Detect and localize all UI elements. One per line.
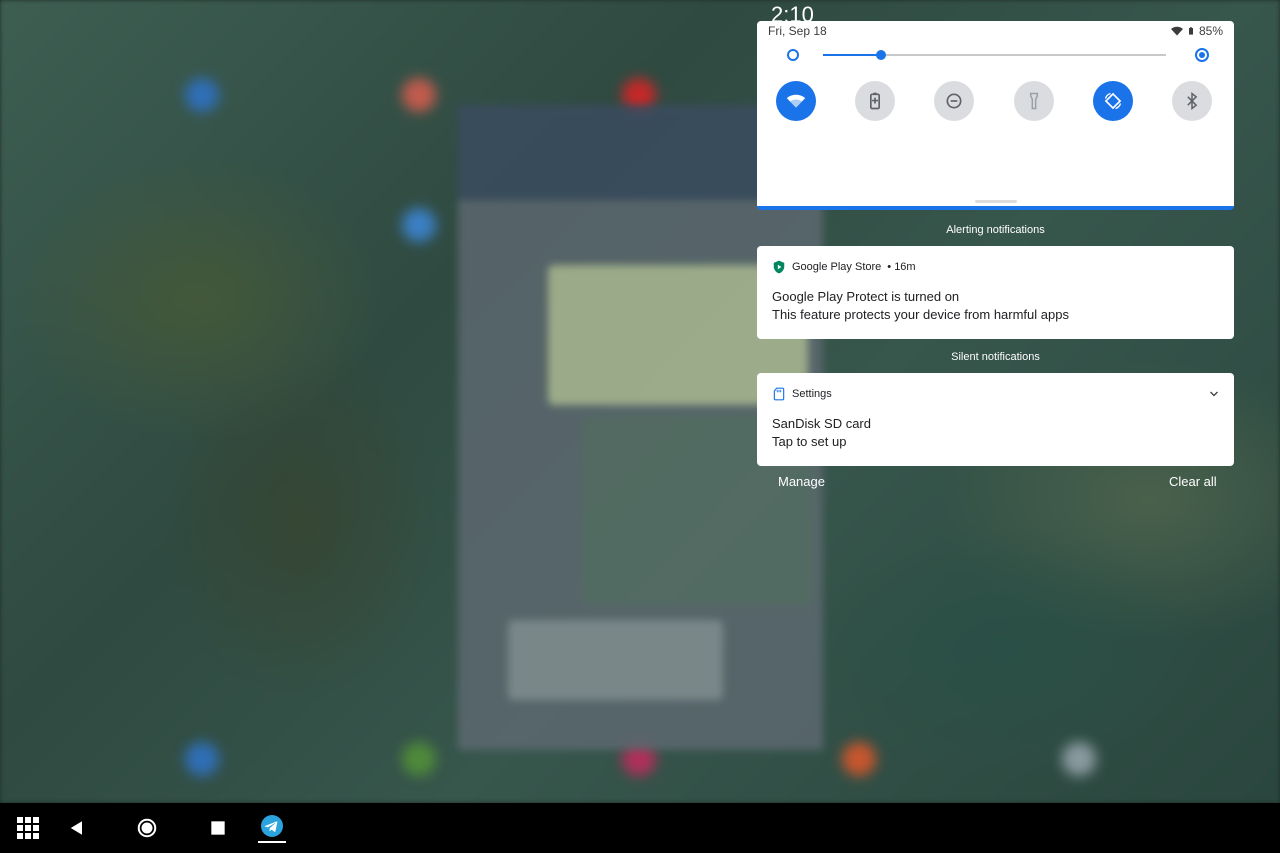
- notification-header: Google Play Store • 16m: [772, 260, 916, 274]
- notification-app-name: Google Play Store: [792, 261, 882, 273]
- brightness-slider-thumb[interactable]: [876, 50, 887, 60]
- flashlight-icon: [1029, 92, 1039, 110]
- quick-settings-tiles: [776, 81, 1214, 121]
- tile-wifi[interactable]: [776, 81, 816, 121]
- wifi-icon: [786, 94, 806, 108]
- do-not-disturb-icon: [946, 93, 962, 109]
- tile-flashlight[interactable]: [1014, 81, 1054, 121]
- manage-button[interactable]: Manage: [778, 474, 825, 489]
- brightness-low-icon: [787, 49, 799, 61]
- status-icons: 85%: [1170, 24, 1223, 38]
- tile-do-not-disturb[interactable]: [934, 81, 974, 121]
- notification-body: This feature protects your device from h…: [772, 307, 1069, 322]
- home-button[interactable]: [134, 815, 160, 841]
- navigation-bar: [0, 803, 1280, 853]
- brightness-slider-fill: [823, 54, 882, 56]
- auto-rotate-icon: [1104, 92, 1122, 110]
- notification-play-store[interactable]: Google Play Store • 16m Google Play Prot…: [757, 246, 1234, 339]
- back-icon: [70, 821, 82, 835]
- tile-bluetooth[interactable]: [1172, 81, 1212, 121]
- notification-app-name: Settings: [792, 388, 832, 400]
- notification-title: Google Play Protect is turned on: [772, 289, 960, 304]
- tile-battery-saver[interactable]: [855, 81, 895, 121]
- brightness-high-icon: [1195, 48, 1209, 62]
- telegram-icon: [261, 815, 283, 837]
- battery-status-icon: [1188, 27, 1193, 35]
- app-drawer-icon: [17, 817, 39, 839]
- notification-body: Tap to set up: [772, 434, 847, 449]
- notification-time: • 16m: [887, 261, 916, 273]
- notification-header: Settings: [772, 387, 832, 401]
- recents-icon: [211, 821, 225, 835]
- panel-drag-handle[interactable]: [975, 200, 1017, 203]
- tile-auto-rotate[interactable]: [1093, 81, 1133, 121]
- recents-button[interactable]: [205, 815, 231, 841]
- chevron-down-icon[interactable]: [1208, 388, 1220, 400]
- date-label: Fri, Sep 18: [768, 24, 827, 38]
- home-icon: [137, 818, 157, 838]
- play-protect-icon: [773, 260, 785, 274]
- wifi-status-icon: [1170, 26, 1183, 36]
- alerting-notifications-header: Alerting notifications: [946, 224, 1045, 236]
- back-button[interactable]: [63, 815, 89, 841]
- active-app-indicator: [258, 841, 286, 843]
- brightness-slider[interactable]: [823, 50, 1166, 60]
- notification-title: SanDisk SD card: [772, 416, 871, 431]
- quick-settings-panel: Fri, Sep 18 85%: [757, 21, 1234, 210]
- battery-percent: 85%: [1198, 24, 1223, 38]
- brightness-control[interactable]: [785, 47, 1209, 63]
- taskbar-telegram[interactable]: [259, 813, 285, 839]
- sd-card-icon: [773, 387, 785, 401]
- battery-saver-icon: [870, 92, 880, 110]
- silent-notifications-header: Silent notifications: [951, 351, 1040, 363]
- clear-all-button[interactable]: Clear all: [1169, 474, 1217, 489]
- notification-sd-card[interactable]: Settings SanDisk SD card Tap to set up: [757, 373, 1234, 466]
- app-drawer-button[interactable]: [15, 815, 41, 841]
- bluetooth-icon: [1187, 91, 1198, 111]
